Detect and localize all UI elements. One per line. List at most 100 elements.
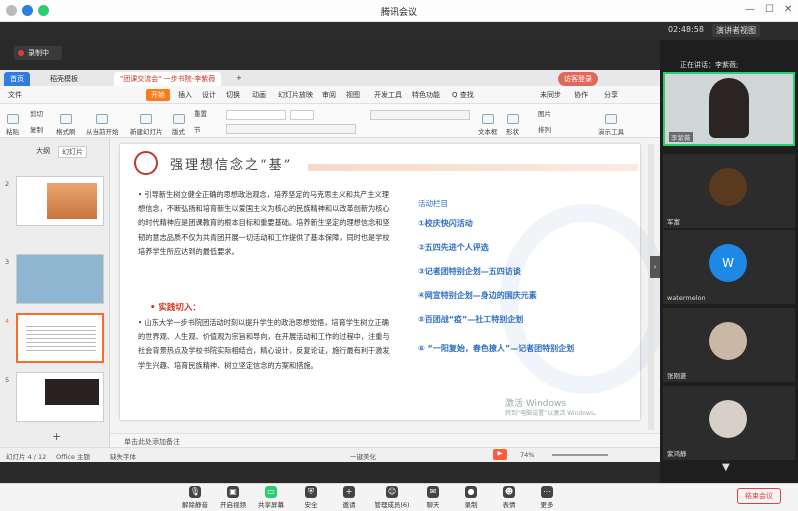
menu-slideshow[interactable]: 幻灯片放映 xyxy=(278,90,313,100)
textbox-button[interactable]: 文本框 xyxy=(478,114,498,136)
menu-developer[interactable]: 开发工具 xyxy=(374,90,402,100)
participant-tile[interactable]: 紫鸿静 xyxy=(663,386,795,460)
more-icon: ⋯ xyxy=(541,486,553,498)
zoom-level[interactable]: 74% xyxy=(520,451,534,459)
collapse-panel-icon[interactable]: › xyxy=(650,256,660,278)
slide-thumbnail-selected[interactable] xyxy=(16,313,104,363)
menu-review[interactable]: 审阅 xyxy=(322,90,336,100)
end-meeting-button[interactable]: 结束会议 xyxy=(737,488,781,504)
slide-number: 2 xyxy=(5,180,10,188)
copy-button[interactable]: 复制 xyxy=(30,124,43,134)
menu-view[interactable]: 视图 xyxy=(346,90,360,100)
share-screen-button[interactable]: ▭ 共享屏幕 xyxy=(250,486,292,509)
new-slide-button[interactable]: 新建幻灯片 xyxy=(130,114,163,136)
mic-off-icon: 🎙 xyxy=(189,486,201,498)
emoji-icon: ☻ xyxy=(503,486,515,498)
manage-members-button[interactable]: ☺ 管理成员(6) xyxy=(366,486,418,509)
record-dot-icon xyxy=(18,50,24,56)
slide-number: 5 xyxy=(5,376,10,384)
menu-home[interactable]: 开始 xyxy=(146,89,170,101)
reactions-button[interactable]: ☻ 表情 xyxy=(488,486,530,509)
notes-area[interactable]: 单击此处添加备注 xyxy=(110,433,660,447)
arrange-button[interactable]: 排列 xyxy=(538,124,551,134)
recording-label: 录制中 xyxy=(28,49,49,57)
activity-item: ④网宣特别企划—身边的国庆元素 xyxy=(418,291,537,300)
tab-slides[interactable]: 幻灯片 xyxy=(58,146,87,158)
beautify-button[interactable]: 一键美化 xyxy=(350,451,376,461)
chevron-down-icon[interactable]: ▼ xyxy=(722,462,730,473)
participant-tile[interactable]: W watermelon xyxy=(663,230,795,304)
layout-button[interactable]: 版式 xyxy=(172,114,185,136)
participant-name: 张刚菱 xyxy=(667,372,687,380)
shape-icon xyxy=(506,114,519,124)
menu-transition[interactable]: 切换 xyxy=(226,90,240,100)
font-format-toolbar[interactable] xyxy=(226,124,356,134)
vertical-scrollbar[interactable] xyxy=(648,144,654,430)
picture-button[interactable]: 图片 xyxy=(538,108,551,118)
thumbnail-image xyxy=(45,379,99,405)
recording-indicator[interactable]: 录制中 xyxy=(14,46,62,60)
menu-share[interactable]: 分享 xyxy=(604,90,618,100)
more-button[interactable]: ⋯ 更多 xyxy=(526,486,568,509)
zoom-slider[interactable] xyxy=(552,454,608,456)
font-name-input[interactable] xyxy=(226,110,286,120)
menu-collab[interactable]: 协作 xyxy=(574,90,588,100)
start-video-button[interactable]: ▣ 开启视频 xyxy=(212,486,254,509)
participant-tile[interactable]: 李紫薇 xyxy=(663,72,795,146)
section-label: • 实践切入： xyxy=(150,303,201,313)
title-decoration xyxy=(308,164,638,171)
layout-icon xyxy=(172,114,185,124)
play-slideshow-icon[interactable]: ▶ xyxy=(493,449,507,460)
slide-counter: 幻灯片 4 / 12 xyxy=(6,453,47,461)
view-mode-button[interactable]: 演讲者视图 xyxy=(712,24,760,37)
format-painter-button[interactable]: 格式刷 xyxy=(56,114,76,136)
slide-canvas[interactable]: 强理想信念之“基” • 引导新生树立健全正确的思想政治观念，培养坚定的马克思主义… xyxy=(120,144,670,420)
paragraph-toolbar[interactable] xyxy=(370,110,470,120)
reset-button[interactable]: 重置 xyxy=(194,108,207,118)
add-slide-icon[interactable]: + xyxy=(52,430,61,443)
new-slide-icon xyxy=(140,114,153,124)
new-tab-icon[interactable]: + xyxy=(230,72,248,86)
menu-file[interactable]: 文件 xyxy=(8,90,22,100)
maximize-icon[interactable]: ☐ xyxy=(765,4,774,15)
tab-outline[interactable]: 大纲 xyxy=(36,146,50,156)
slide-number: 4 xyxy=(5,317,10,325)
unmute-button[interactable]: 🎙 解除静音 xyxy=(174,486,216,509)
activity-item: ①校庆快闪活动 xyxy=(418,219,473,228)
tab-document[interactable]: "团课交流会" 一步书院-李紫薇 xyxy=(114,72,222,86)
chat-button[interactable]: ✉ 聊天 xyxy=(412,486,454,509)
slide-thumbnail[interactable] xyxy=(16,254,104,304)
invite-button[interactable]: + 邀请 xyxy=(328,486,370,509)
shape-button[interactable]: 形状 xyxy=(506,114,519,136)
font-size-input[interactable] xyxy=(290,110,314,120)
missing-font-button[interactable]: 缺失字体 xyxy=(110,451,136,461)
tab-templates[interactable]: 稻壳模板 xyxy=(44,72,84,86)
menu-unsynced[interactable]: 未同步 xyxy=(540,90,561,100)
menu-design[interactable]: 设计 xyxy=(202,90,216,100)
menu-insert[interactable]: 插入 xyxy=(178,90,192,100)
slide-number: 3 xyxy=(5,258,10,266)
tab-home[interactable]: 首页 xyxy=(4,72,30,86)
minimize-icon[interactable]: — xyxy=(745,4,755,15)
play-from-current-button[interactable]: 从当前开始 xyxy=(86,114,119,136)
paste-button[interactable]: 粘贴 xyxy=(6,114,19,136)
menu-search[interactable]: Q 查找 xyxy=(452,90,474,100)
security-button[interactable]: ⛨ 安全 xyxy=(290,486,332,509)
record-button[interactable]: ● 录制 xyxy=(450,486,492,509)
camera-off-icon: ▣ xyxy=(227,486,239,498)
close-icon[interactable]: ✕ xyxy=(784,4,792,15)
login-button[interactable]: 访客登录 xyxy=(558,72,598,86)
slide-thumbnail[interactable] xyxy=(16,176,104,226)
wps-ribbon: 粘贴 剪切 复制 格式刷 从当前开始 新建幻灯片 版式 节 重置 文本框 形状 … xyxy=(0,104,660,138)
participant-tile[interactable]: 张刚菱 xyxy=(663,308,795,382)
slide-thumbnail[interactable] xyxy=(16,372,104,422)
participant-tile[interactable]: 军富 xyxy=(663,154,795,228)
title-bar: 腾讯会议 — ☐ ✕ xyxy=(0,0,798,22)
activity-item: ③记者团特别企划—五四访谈 xyxy=(418,267,521,276)
menu-special[interactable]: 特色功能 xyxy=(412,90,440,100)
participant-name: 军富 xyxy=(667,218,680,226)
menu-animation[interactable]: 动画 xyxy=(252,90,266,100)
presentation-tools-button[interactable]: 演示工具 xyxy=(598,114,624,136)
cut-button[interactable]: 剪切 xyxy=(30,108,43,118)
section-button[interactable]: 节 xyxy=(194,124,201,134)
